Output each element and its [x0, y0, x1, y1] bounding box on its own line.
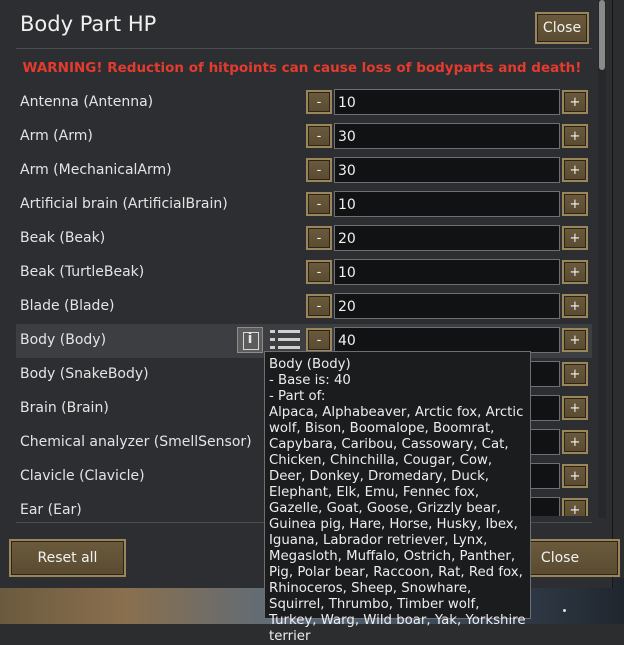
increase-button[interactable]: + — [562, 396, 588, 420]
increase-button[interactable]: + — [562, 124, 588, 148]
decrease-button[interactable]: - — [306, 158, 332, 182]
tooltip-title: Body (Body) — [269, 357, 351, 372]
tooltip-part-of-label: - Part of: — [269, 389, 326, 404]
info-glyph: i — [247, 331, 253, 347]
body-part-label: Antenna (Antenna) — [20, 94, 154, 110]
body-part-label: Ear (Ear) — [20, 502, 82, 516]
increase-button[interactable]: + — [562, 226, 588, 250]
increase-button[interactable]: + — [562, 464, 588, 488]
list-scrollbar[interactable] — [598, 0, 606, 518]
decrease-button[interactable]: - — [306, 260, 332, 284]
info-icon[interactable]: i — [237, 327, 263, 353]
decrease-button[interactable]: - — [306, 328, 332, 352]
hp-input[interactable]: 10 — [334, 191, 560, 217]
increase-button[interactable]: + — [562, 498, 588, 516]
reset-all-button[interactable]: Reset all — [9, 539, 126, 577]
body-part-row: Blade (Blade) - 20 + — [16, 290, 592, 324]
body-part-label: Arm (MechanicalArm) — [20, 162, 172, 178]
body-part-row: Beak (TurtleBeak) - 10 + — [16, 256, 592, 290]
body-part-label: Body (Body) — [20, 332, 107, 348]
increase-button[interactable]: + — [562, 90, 588, 114]
tooltip-animal-list: Alpaca, Alphabeaver, Arctic fox, Arctic … — [269, 405, 526, 644]
hp-input[interactable]: 20 — [334, 225, 560, 251]
hp-input[interactable]: 10 — [334, 89, 560, 115]
scrollbar-thumb[interactable] — [599, 0, 605, 70]
decrease-button[interactable]: - — [306, 294, 332, 318]
decrease-button[interactable]: - — [306, 192, 332, 216]
body-part-label: Blade (Blade) — [20, 298, 115, 314]
body-part-tooltip: Body (Body) - Base is: 40 - Part of: Alp… — [264, 351, 531, 644]
increase-button[interactable]: + — [562, 430, 588, 454]
close-button-top[interactable]: Close — [535, 12, 589, 44]
increase-button[interactable]: + — [562, 158, 588, 182]
dialog-title: Body Part HP — [20, 12, 157, 36]
body-part-label: Beak (TurtleBeak) — [20, 264, 145, 280]
body-part-label: Body (SnakeBody) — [20, 366, 149, 382]
body-part-label: Beak (Beak) — [20, 230, 106, 246]
decrease-button[interactable]: - — [306, 90, 332, 114]
increase-button[interactable]: + — [562, 192, 588, 216]
decrease-button[interactable]: - — [306, 226, 332, 250]
body-part-label: Brain (Brain) — [20, 400, 109, 416]
hp-input[interactable]: 40 — [334, 327, 560, 353]
body-part-label: Artificial brain (ArtificialBrain) — [20, 196, 228, 212]
hp-input[interactable]: 20 — [334, 293, 560, 319]
background-star — [563, 609, 566, 612]
body-part-row: Arm (MechanicalArm) - 30 + — [16, 154, 592, 188]
body-part-row: Artificial brain (ArtificialBrain) - 10 … — [16, 188, 592, 222]
increase-button[interactable]: + — [562, 362, 588, 386]
body-part-row: Beak (Beak) - 20 + — [16, 222, 592, 256]
tooltip-base-hp: - Base is: 40 — [269, 373, 351, 388]
body-part-row: Antenna (Antenna) - 10 + — [16, 86, 592, 120]
body-part-label: Clavicle (Clavicle) — [20, 468, 145, 484]
title-divider — [16, 48, 592, 49]
decrease-button[interactable]: - — [306, 124, 332, 148]
increase-button[interactable]: + — [562, 294, 588, 318]
increase-button[interactable]: + — [562, 260, 588, 284]
body-part-row: Arm (Arm) - 30 + — [16, 120, 592, 154]
hp-input[interactable]: 30 — [334, 157, 560, 183]
increase-button[interactable]: + — [562, 328, 588, 352]
warning-message: WARNING! Reduction of hitpoints can caus… — [22, 60, 582, 76]
hp-input[interactable]: 30 — [334, 123, 560, 149]
body-part-label: Arm (Arm) — [20, 128, 93, 144]
list-icon[interactable] — [270, 329, 300, 351]
body-part-label: Chemical analyzer (SmellSensor) — [20, 434, 252, 450]
hp-input[interactable]: 10 — [334, 259, 560, 285]
